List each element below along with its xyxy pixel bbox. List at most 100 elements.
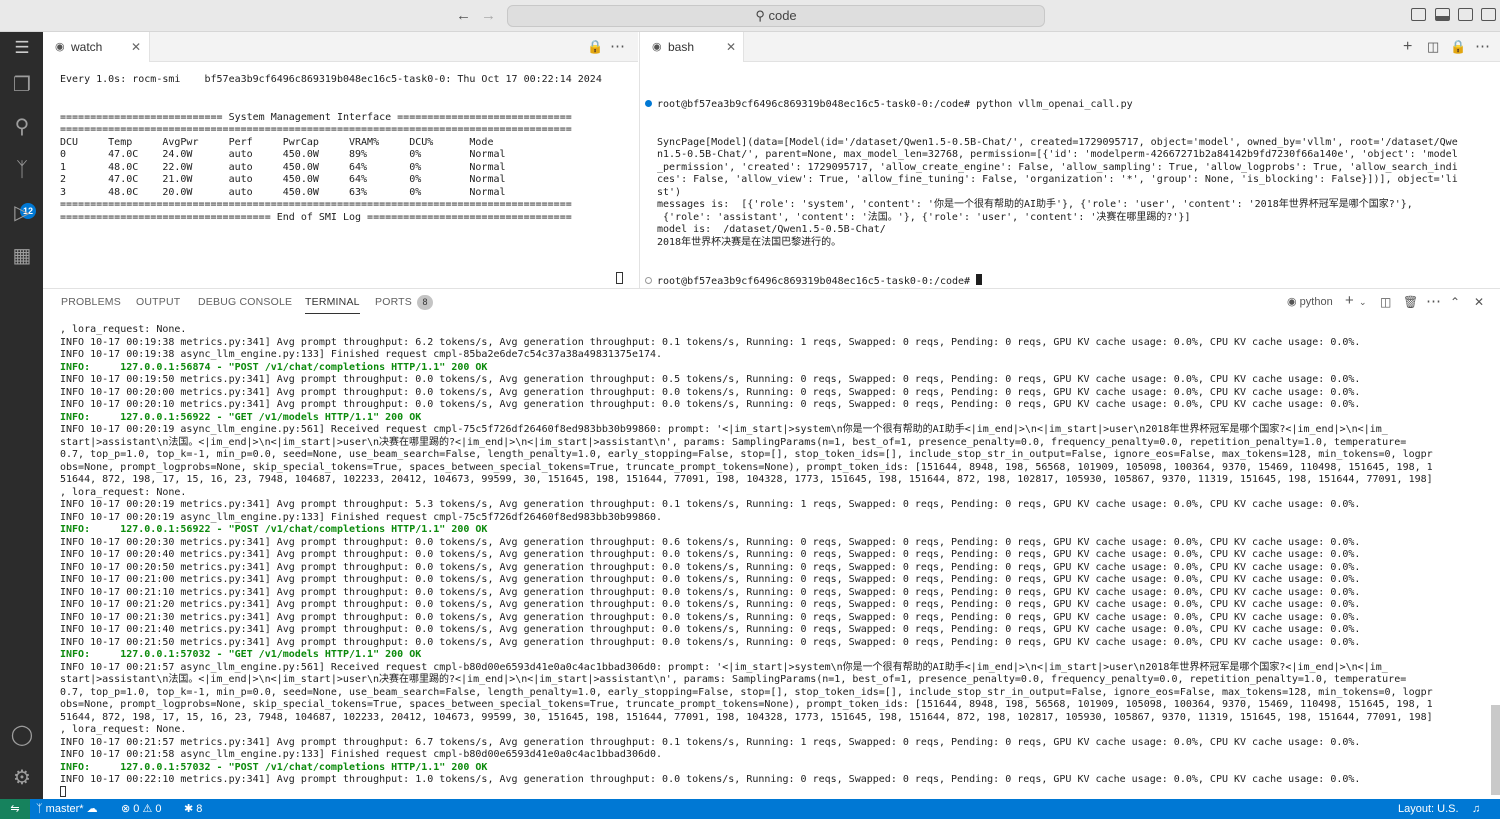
watch-line: DCU Temp AvgPwr Perf PwrCap VRAM% DCU% M… [60, 136, 494, 148]
log-line: INFO 10-17 00:20:00 metrics.py:341] Avg … [60, 386, 1361, 398]
log-line: INFO 10-17 00:21:58 async_llm_engine.py:… [60, 749, 663, 760]
bottom-panel: PROBLEMS OUTPUT DEBUG CONSOLE TERMINAL P… [43, 289, 1500, 799]
remote-indicator-icon[interactable]: ⇋ [0, 799, 30, 819]
forward-arrow-icon[interactable]: → [481, 7, 496, 24]
tab-ports[interactable]: PORTS [375, 296, 412, 308]
gear-icon[interactable]: ⚙ [9, 765, 35, 791]
keyboard-layout[interactable]: Layout: U.S. [1398, 799, 1459, 819]
close-icon[interactable]: ✕ [726, 32, 736, 62]
log-line: INFO 10-17 00:20:19 async_llm_engine.py:… [60, 424, 1388, 435]
tab-watch[interactable]: ◉ watch ✕ [43, 32, 150, 62]
editor-group-watch: ◉ watch ✕ 🔒 ⋯ Every 1.0s: rocm-smi bf57e… [43, 32, 638, 288]
output-line: _permission', 'created': 1729095717, 'al… [657, 161, 1458, 173]
output-line: messages is: [{'role': 'system', 'conten… [657, 199, 1413, 210]
log-line: , lora_request: None. [60, 486, 187, 498]
extensions-icon[interactable]: ▦ [9, 243, 35, 269]
ports-count: 8 [196, 803, 203, 815]
terminal-icon: ◉ [55, 41, 65, 53]
explorer-icon[interactable]: ❐ [9, 72, 35, 98]
log-line: INFO 10-17 00:21:57 metrics.py:341] Avg … [60, 736, 1361, 748]
back-arrow-icon[interactable]: ← [456, 7, 471, 24]
output-line: model is: /dataset/Qwen1.5-0.5B-Chat/ [657, 224, 886, 235]
split-editor-icon[interactable]: ◫ [1427, 32, 1439, 62]
log-line: INFO 10-17 00:20:40 metrics.py:341] Avg … [60, 549, 1361, 560]
scrollbar-thumb[interactable] [1491, 705, 1500, 795]
watch-line: 2 47.0C 21.0W auto 450.0W 64% 0% Normal [60, 174, 506, 185]
split-terminal-icon[interactable]: ◫ [1380, 295, 1391, 309]
more-actions-icon[interactable]: ⋯ [1475, 32, 1490, 62]
log-line: INFO 10-17 00:21:57 async_llm_engine.py:… [60, 661, 1388, 673]
tab-debug-console[interactable]: DEBUG CONSOLE [198, 296, 292, 308]
search-icon[interactable]: ⚲ [9, 114, 35, 140]
tab-bash[interactable]: ◉ bash ✕ [640, 32, 744, 62]
ports-badge: 8 [417, 295, 433, 310]
toggle-secondary-sidebar-icon[interactable] [1458, 8, 1473, 21]
bash-terminal-output[interactable]: root@bf57ea3b9cf6496c869319b048ec16c5-ta… [645, 74, 1458, 314]
menu-icon[interactable]: ☰ [9, 35, 35, 61]
log-line: INFO 10-17 00:20:19 metrics.py:341] Avg … [60, 499, 1361, 510]
branch-status[interactable]: ᛉ master* ☁ [36, 799, 98, 819]
log-line: INFO 10-17 00:19:38 async_llm_engine.py:… [60, 349, 663, 360]
branch-icon: ᛉ [36, 803, 43, 815]
lock-icon[interactable]: 🔒 [587, 32, 603, 62]
close-panel-icon[interactable]: ✕ [1474, 295, 1484, 309]
warning-count: 0 [155, 803, 162, 815]
watch-line: ========================================… [60, 199, 572, 210]
account-icon[interactable]: ◯ [9, 722, 35, 748]
sync-icon: ☁ [86, 803, 98, 815]
error-icon: ⊗ [121, 803, 131, 815]
watch-line: 3 48.0C 20.0W auto 450.0W 63% 0% Normal [60, 186, 506, 198]
more-actions-icon[interactable]: ⋯ [610, 32, 625, 62]
log-line: 51644, 872, 198, 17, 15, 16, 23, 7948, 1… [60, 711, 1433, 723]
watch-terminal-output[interactable]: Every 1.0s: rocm-smi bf57ea3b9cf6496c869… [60, 74, 602, 224]
log-line: obs=None, prompt_logprobs=None, skip_spe… [60, 699, 1433, 710]
lock-icon[interactable]: 🔒 [1450, 32, 1466, 62]
title-bar: ← → ⚲ code [0, 0, 1500, 32]
command-text: root@bf57ea3b9cf6496c869319b048ec16c5-ta… [657, 99, 1133, 110]
more-actions-icon[interactable]: ⋯ [1426, 292, 1441, 310]
activity-bar: ☰ ❐ ⚲ ᛉ 12 ▷ ▦ ◯ ⚙ [0, 32, 43, 799]
error-count: 0 [133, 803, 140, 815]
tab-output[interactable]: OUTPUT [136, 296, 180, 308]
broadcast-icon: ✱ [184, 803, 194, 815]
terminal-cursor [60, 786, 66, 797]
terminal-profile[interactable]: ◉ python [1287, 295, 1333, 308]
log-line: INFO 10-17 00:21:30 metrics.py:341] Avg … [60, 611, 1361, 623]
bell-icon[interactable]: ♫ [1472, 799, 1480, 819]
trash-icon[interactable]: 🗑 [1403, 295, 1418, 309]
toggle-primary-sidebar-icon[interactable] [1411, 8, 1426, 21]
terminal-cursor [976, 274, 983, 285]
source-control-icon[interactable]: ᛉ [9, 157, 35, 183]
tab-label: watch [71, 40, 103, 54]
new-terminal-icon[interactable]: + [1403, 32, 1412, 62]
log-line: start|>assistant\n法国。<|im_end|>\n<|im_st… [60, 436, 1407, 448]
log-line: , lora_request: None. [60, 724, 187, 735]
terminal-icon: ◉ [1287, 296, 1297, 308]
tab-problems[interactable]: PROBLEMS [61, 296, 121, 308]
new-terminal-icon[interactable]: + [1345, 292, 1354, 309]
run-debug-icon[interactable]: ▷ [9, 200, 35, 226]
prompt-decoration-icon [645, 277, 652, 284]
log-line: INFO 10-17 00:21:20 metrics.py:341] Avg … [60, 599, 1361, 610]
tab-terminal[interactable]: TERMINAL [305, 296, 360, 314]
watch-line: Every 1.0s: rocm-smi bf57ea3b9cf6496c869… [60, 74, 602, 85]
command-center-search[interactable]: ⚲ code [507, 5, 1045, 27]
ports-status[interactable]: ✱ 8 [184, 799, 202, 819]
maximize-panel-icon[interactable]: ⌃ [1450, 295, 1460, 309]
watch-line [60, 99, 602, 112]
output-line: ces': False, 'allow_view': True, 'allow_… [657, 174, 1458, 185]
chevron-down-icon[interactable]: ⌄ [1359, 297, 1367, 308]
log-line: obs=None, prompt_logprobs=None, skip_spe… [60, 461, 1433, 473]
log-line: INFO 10-17 00:19:38 metrics.py:341] Avg … [60, 336, 1361, 348]
watch-line: 1 48.0C 22.0W auto 450.0W 64% 0% Normal [60, 161, 506, 173]
watch-line: 0 47.0C 24.0W auto 450.0W 89% 0% Normal [60, 149, 506, 160]
customize-layout-icon[interactable] [1481, 8, 1496, 21]
toggle-panel-icon[interactable] [1435, 8, 1450, 21]
log-line: 0.7, top_p=1.0, top_k=-1, min_p=0.0, see… [60, 686, 1433, 698]
problems-status[interactable]: ⊗ 0 ⚠ 0 [121, 799, 162, 819]
terminal-output[interactable]: , lora_request: None. INFO 10-17 00:19:38… [60, 324, 1433, 787]
log-line: 0.7, top_p=1.0, top_k=-1, min_p=0.0, see… [60, 449, 1433, 460]
output-line: n1.5-0.5B-Chat/', parent=None, max_model… [657, 149, 1458, 160]
log-line: INFO 10-17 00:21:00 metrics.py:341] Avg … [60, 574, 1361, 585]
close-icon[interactable]: ✕ [131, 32, 141, 62]
